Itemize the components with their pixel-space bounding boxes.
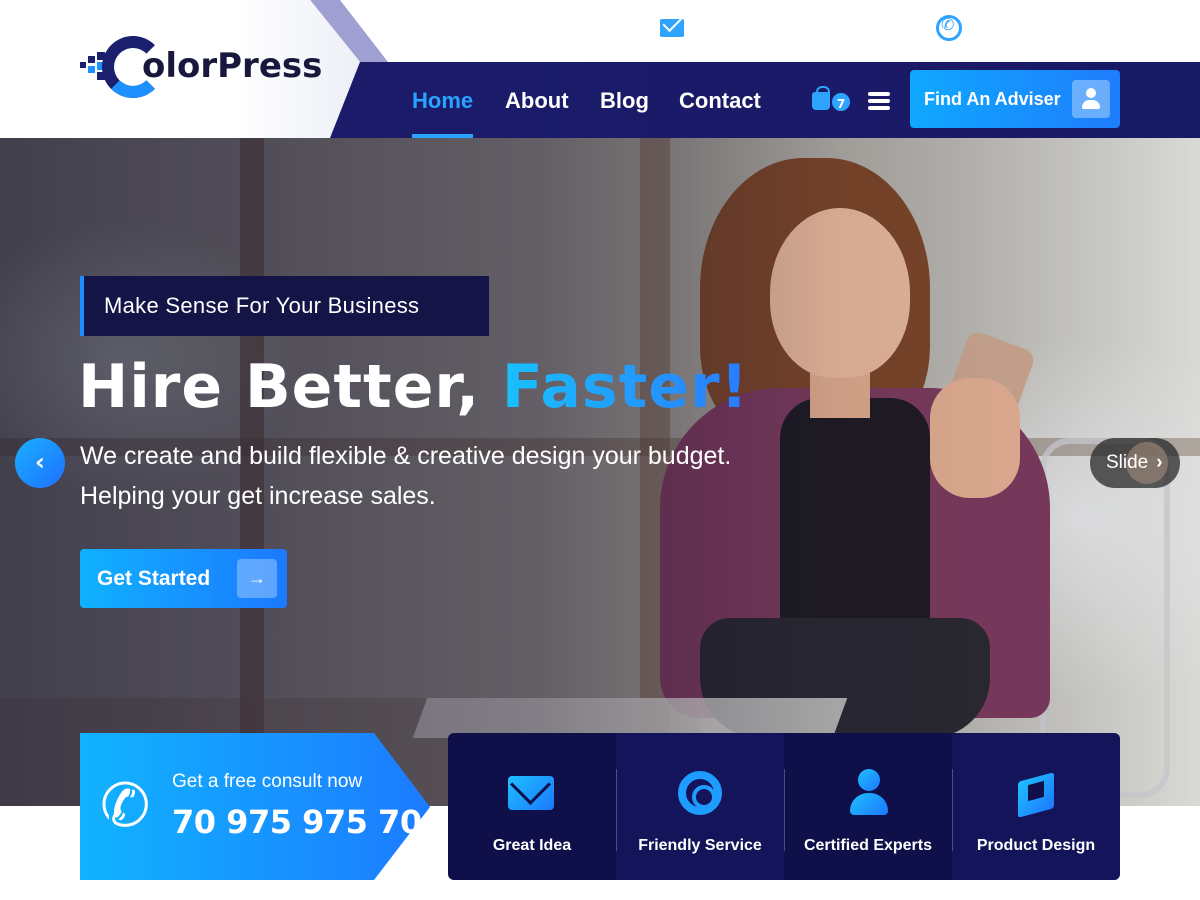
mail-icon [660,18,684,37]
consult-number[interactable]: 70 975 975 70 [172,803,422,841]
user-icon [1072,80,1110,118]
feature-divider [616,769,617,851]
email-text: info@example.com [694,14,892,40]
feature-product-design[interactable]: Product Design [952,733,1120,880]
feature-label: Great Idea [492,837,572,854]
feature-certified-experts[interactable]: Certified Experts [784,733,952,880]
find-adviser-label: Find An Adviser [924,88,1061,109]
nav-item-about[interactable]: About [505,88,569,114]
slider-prev-button[interactable]: ‹ [15,438,65,488]
consult-label: Get a free consult now [172,771,363,792]
get-started-label: Get Started [97,566,211,590]
feature-divider [952,769,953,851]
next-slide-label: Slide [1106,452,1149,473]
box-icon [1012,769,1060,818]
logo-text: olorPress [142,46,323,86]
phone-icon: ✆ [100,771,151,841]
arrow-right-icon: → [237,559,277,598]
hamburger-menu-icon[interactable] [868,92,890,110]
topbar-email[interactable]: info@example.com [660,14,891,41]
slider-next-button[interactable]: Slide › [1090,438,1180,488]
feature-friendly-service[interactable]: Friendly Service [616,733,784,880]
lifebuoy-icon [676,769,724,817]
feature-divider [784,769,785,851]
feature-label: Certified Experts [803,837,933,854]
nav-item-blog[interactable]: Blog [600,88,649,114]
envelope-icon [508,769,556,817]
cart-icon[interactable] [812,86,830,110]
headline-plain: Hire Better, [78,352,502,422]
chevron-right-icon: › [1156,452,1163,473]
feature-label: Product Design [976,837,1096,854]
cart-count-badge: 7 [830,91,852,113]
hero-headline: Hire Better, Faster! [78,352,749,422]
topbar-link-faq[interactable]: Faq [509,16,547,42]
hero-subtext: We create and build flexible & creative … [80,442,732,510]
whatsapp-icon [936,14,962,41]
feature-label: Friendly Service [638,837,762,854]
feature-great-idea[interactable]: Great Idea [448,733,616,880]
nav-active-indicator [412,134,473,138]
site-logo[interactable]: olorPress [80,34,322,100]
phone-text: 70 975 975 70 [972,14,1120,40]
headline-accent: Faster! [501,352,749,422]
user-icon [844,769,892,817]
nav-item-home[interactable]: Home [412,88,473,114]
nav-item-contact[interactable]: Contact [679,88,761,114]
find-adviser-button[interactable]: Find An Adviser [910,70,1120,128]
hero-tagline: Make Sense For Your Business [80,276,489,336]
get-started-button[interactable]: Get Started → [80,549,287,608]
topbar-phone[interactable]: 70 975 975 70 [936,14,1119,41]
features-bar: Great Idea Friendly Service Certified Ex… [448,733,1120,880]
chevron-left-icon: ‹ [35,448,45,476]
topbar-separator: | [491,16,497,41]
topbar-link-about[interactable]: About [413,16,471,42]
